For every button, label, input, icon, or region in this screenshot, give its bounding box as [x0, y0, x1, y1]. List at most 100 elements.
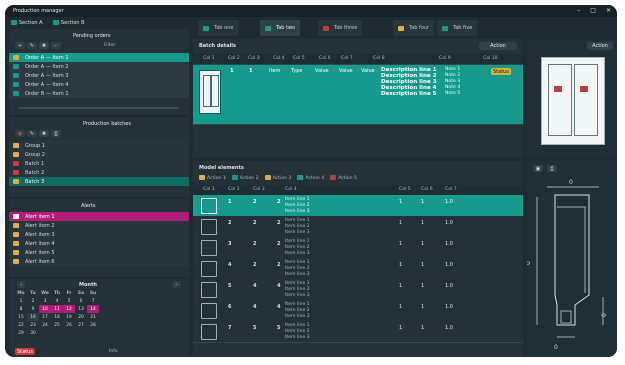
maximize-button[interactable]: □: [590, 7, 596, 14]
toolbar-item-3[interactable]: Action 3: [264, 175, 291, 181]
batch-row-2[interactable]: Group 2: [9, 150, 189, 159]
calendar-day[interactable]: [75, 337, 87, 345]
calendar-day[interactable]: 22: [15, 321, 27, 329]
alerts-row-3[interactable]: Alert item 3: [9, 230, 189, 239]
calendar-day[interactable]: [27, 337, 39, 345]
alert-icon: [13, 223, 19, 228]
batches-add-button[interactable]: ●: [15, 130, 25, 137]
calendar-next-button[interactable]: ›: [173, 281, 181, 288]
calendar-day[interactable]: [39, 337, 51, 345]
minimize-button[interactable]: –: [577, 7, 580, 14]
calendar-day[interactable]: 6: [75, 297, 87, 305]
calendar-day[interactable]: 19: [63, 313, 75, 321]
calendar-day[interactable]: 26: [63, 321, 75, 329]
batch-row-5[interactable]: Batch 3: [9, 177, 189, 186]
calendar-day[interactable]: [75, 329, 87, 337]
toolbar-item-1[interactable]: Action 1: [199, 175, 226, 181]
calendar-day[interactable]: 23: [27, 321, 39, 329]
calendar-day[interactable]: [63, 337, 75, 345]
header-action-button[interactable]: Action: [479, 42, 517, 50]
toolbar-item-5[interactable]: Action 5: [330, 175, 357, 181]
close-button[interactable]: ×: [606, 7, 611, 14]
calendar-day[interactable]: [87, 329, 99, 337]
details-row[interactable]: 5 4 4 Item line 1 Item line 2 Item line 3 1 1…: [193, 279, 523, 301]
pending-add-button[interactable]: +: [15, 42, 25, 49]
calendar-day[interactable]: 4: [51, 297, 63, 305]
tab-2[interactable]: Tab two: [260, 20, 301, 36]
calendar-day[interactable]: 30: [27, 329, 39, 337]
tab-5[interactable]: Tab five: [437, 20, 478, 36]
pending-edit-button[interactable]: ✎: [27, 42, 37, 49]
details-row[interactable]: 7 5 5 Item line 1 Item line 2 Item line 3 1 1…: [193, 321, 523, 343]
calendar-day[interactable]: 28: [87, 321, 99, 329]
pending-scrollbar[interactable]: [19, 107, 179, 109]
calendar-day[interactable]: 1: [15, 297, 27, 305]
pending-more-button[interactable]: ⋯: [51, 42, 61, 49]
pending-row-4[interactable]: Order A — Item 4: [9, 80, 189, 89]
details-row[interactable]: 4 2 2 Item line 1 Item line 2 Item line 3 1 1…: [193, 258, 523, 280]
calendar-day[interactable]: 16: [27, 313, 39, 321]
calendar-day[interactable]: 2: [27, 297, 39, 305]
calendar-day[interactable]: 7: [87, 297, 99, 305]
calendar-day[interactable]: 14: [87, 305, 99, 313]
batches-edit-button[interactable]: ✎: [27, 130, 37, 137]
calendar-day[interactable]: 18: [51, 313, 63, 321]
toolbar-item-2[interactable]: Action 2: [231, 175, 259, 181]
weekday-sa: Sa: [77, 291, 85, 296]
pending-filter[interactable]: Filter: [104, 43, 115, 48]
calendar-day[interactable]: [87, 337, 99, 345]
calendar-day[interactable]: [51, 329, 63, 337]
calendar-day[interactable]: 9: [27, 305, 39, 313]
calendar-prev-button[interactable]: ‹: [17, 281, 25, 288]
calendar-day[interactable]: 17: [39, 313, 51, 321]
pending-row-3[interactable]: Order A — Item 3: [9, 71, 189, 80]
calendar-day[interactable]: 3: [39, 297, 51, 305]
batch-selected-row[interactable]: 1 1 Item Type Value Value Value Descript…: [193, 64, 523, 124]
calendar-day[interactable]: 21: [87, 313, 99, 321]
calendar-day[interactable]: [39, 329, 51, 337]
profile-print-button[interactable]: ⎙: [547, 165, 557, 172]
details-col-3: Col 3: [253, 187, 265, 192]
calendar-day[interactable]: 11: [51, 305, 63, 313]
calendar-day[interactable]: 24: [39, 321, 51, 329]
calendar-day[interactable]: 29: [15, 329, 27, 337]
details-row[interactable]: 3 2 2 Item line 1 Item line 2 Item line 3 1 1…: [193, 237, 523, 259]
calendar-day[interactable]: 13: [75, 305, 87, 313]
calendar-day[interactable]: 15: [15, 313, 27, 321]
calendar-day[interactable]: [63, 329, 75, 337]
toolbar-item-4[interactable]: Action 4: [297, 175, 324, 181]
details-row[interactable]: 1 2 2 Item line 1 Item line 2 Item line 3 1 1…: [193, 195, 523, 217]
calendar-day[interactable]: 25: [51, 321, 63, 329]
batch-row-1[interactable]: Group 1: [9, 141, 189, 150]
header-action-label: Action: [490, 43, 506, 49]
calendar-day[interactable]: 12: [63, 305, 75, 313]
batch-row-4[interactable]: Batch 2: [9, 168, 189, 177]
alerts-row-5[interactable]: Alert item 5: [9, 248, 189, 257]
alerts-row-1[interactable]: Alert item 1: [9, 212, 189, 221]
pending-row-1[interactable]: Order A — Item 1: [9, 53, 189, 62]
profile-view-button[interactable]: ▣: [533, 165, 543, 172]
batches-delete-button[interactable]: ✖: [39, 130, 49, 137]
alerts-row-2[interactable]: Alert item 2: [9, 221, 189, 230]
alerts-row-4[interactable]: Alert item 4: [9, 239, 189, 248]
details-row[interactable]: 2 2 2 Item line 1 Item line 2 Item line 3 1 1…: [193, 216, 523, 238]
calendar-day[interactable]: 20: [75, 313, 87, 321]
alerts-row-6[interactable]: Alert item 6: [9, 257, 189, 266]
calendar-day[interactable]: 5: [63, 297, 75, 305]
details-row[interactable]: 6 4 4 Item line 1 Item line 2 Item line 3 1 1…: [193, 300, 523, 322]
calendar-day[interactable]: 8: [15, 305, 27, 313]
pending-row-2[interactable]: Order A — Item 2: [9, 62, 189, 71]
calendar-day[interactable]: 10: [39, 305, 51, 313]
calendar-day[interactable]: 27: [75, 321, 87, 329]
tab-1[interactable]: Tab one: [198, 20, 239, 36]
preview-action-button[interactable]: Action: [587, 42, 613, 50]
pending-row-5[interactable]: Order B — Item 1: [9, 89, 189, 98]
pending-delete-button[interactable]: ✖: [39, 42, 49, 49]
tab-4[interactable]: Tab four: [393, 20, 435, 36]
batch-row-3[interactable]: Batch 1: [9, 159, 189, 168]
batches-print-button[interactable]: ⎙: [51, 130, 61, 137]
calendar-day[interactable]: [51, 337, 63, 345]
calendar-day[interactable]: [15, 337, 27, 345]
batch-details-panel: Batch details Action Col 1 Col 2 Col 3 C…: [193, 39, 523, 157]
tab-3[interactable]: Tab three: [318, 20, 363, 36]
